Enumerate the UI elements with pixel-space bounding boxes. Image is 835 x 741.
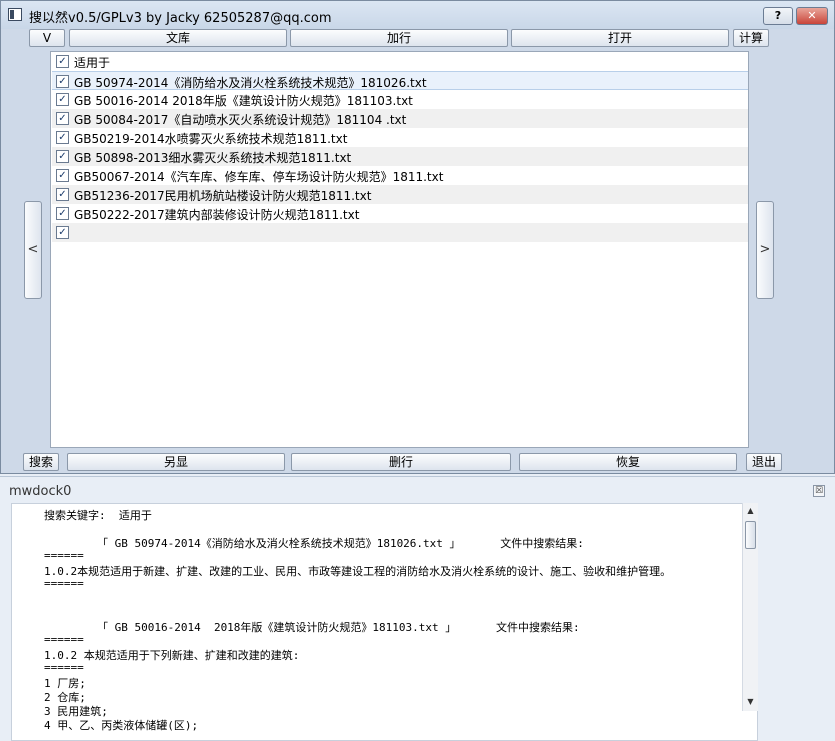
output-line: 1.0.2本规范适用于新建、扩建、改建的工业、民用、市政等建设工程的消防给水及消… bbox=[44, 565, 672, 578]
main-window: 搜以然v0.5/GPLv3 by Jacky 62505287@qq.com ?… bbox=[0, 0, 835, 474]
calc-button[interactable]: 计算 bbox=[733, 29, 769, 47]
v-button[interactable]: V bbox=[29, 29, 65, 47]
checkbox[interactable]: ✓ bbox=[56, 207, 69, 220]
output-line: ====== bbox=[44, 633, 84, 646]
list-item[interactable]: ✓ GB51236-2017民用机场航站楼设计防火规范1811.txt bbox=[52, 185, 748, 204]
checkbox[interactable]: ✓ bbox=[56, 75, 69, 88]
output-line: 4 甲、乙、丙类液体储罐(区); bbox=[44, 719, 199, 732]
dock-title: mwdock0 bbox=[9, 484, 72, 499]
list-item-label: GB 50974-2014《消防给水及消火栓系统技术规范》181026.txt bbox=[74, 76, 427, 90]
list-item[interactable]: ✓ GB 50084-2017《自动喷水灭火系统设计规范》181104 .txt bbox=[52, 109, 748, 128]
file-list: ✓ 适用于 ✓ GB 50974-2014《消防给水及消火栓系统技术规范》181… bbox=[50, 51, 749, 448]
list-item-label: GB 50898-2013细水雾灭火系统技术规范1811.txt bbox=[74, 151, 352, 165]
checkbox[interactable]: ✓ bbox=[56, 131, 69, 144]
search-button[interactable]: 搜索 bbox=[23, 453, 59, 471]
help-button[interactable]: ? bbox=[763, 7, 793, 25]
list-item-label: GB50219-2014水喷雾灭火系统技术规范1811.txt bbox=[74, 132, 348, 146]
list-item[interactable]: ✓ 适用于 bbox=[52, 52, 748, 71]
close-button[interactable]: ✕ bbox=[796, 7, 828, 25]
list-item-label: GB 50084-2017《自动喷水灭火系统设计规范》181104 .txt bbox=[74, 113, 407, 127]
load-button[interactable]: 加行 bbox=[290, 29, 508, 47]
app-icon bbox=[8, 8, 22, 21]
dock-close-icon[interactable]: ☒ bbox=[813, 485, 825, 497]
list-item-label: GB50067-2014《汽车库、修车库、停车场设计防火规范》1811.txt bbox=[74, 170, 444, 184]
scroll-down-icon[interactable]: ▼ bbox=[745, 696, 756, 708]
restore-button[interactable]: 恢复 bbox=[519, 453, 737, 471]
window-title: 搜以然v0.5/GPLv3 by Jacky 62505287@qq.com bbox=[29, 11, 332, 26]
dock-panel: mwdock0 ☒ 搜索关键字: 适用于 「 GB 50974-2014《消防给… bbox=[0, 476, 835, 741]
output-scrollbar[interactable]: ▲ ▼ bbox=[742, 503, 758, 711]
list-item[interactable]: ✓ GB50222-2017建筑内部装修设计防火规范1811.txt bbox=[52, 204, 748, 223]
list-item-label: GB 50016-2014 2018年版《建筑设计防火规范》181103.txt bbox=[74, 94, 413, 108]
prev-button[interactable]: < bbox=[24, 201, 42, 299]
output-line: ====== bbox=[44, 549, 84, 562]
checkbox[interactable]: ✓ bbox=[56, 55, 69, 68]
open-button[interactable]: 打开 bbox=[511, 29, 729, 47]
output-line: 搜索关键字: 适用于 bbox=[44, 509, 152, 522]
checkbox[interactable]: ✓ bbox=[56, 93, 69, 106]
search-results-output[interactable]: 搜索关键字: 适用于 「 GB 50974-2014《消防给水及消火栓系统技术规… bbox=[11, 503, 758, 741]
library-button[interactable]: 文库 bbox=[69, 29, 287, 47]
list-item[interactable]: ✓ GB 50016-2014 2018年版《建筑设计防火规范》181103.t… bbox=[52, 90, 748, 109]
checkbox[interactable]: ✓ bbox=[56, 226, 69, 239]
next-button[interactable]: > bbox=[756, 201, 774, 299]
output-line: ====== bbox=[44, 577, 84, 590]
checkbox[interactable]: ✓ bbox=[56, 150, 69, 163]
alt-show-button[interactable]: 另显 bbox=[67, 453, 285, 471]
output-line: 「 GB 50016-2014 2018年版《建筑设计防火规范》181103.t… bbox=[44, 621, 580, 634]
output-line: 「 GB 50974-2014《消防给水及消火栓系统技术规范》181026.tx… bbox=[44, 537, 584, 550]
list-item-label: GB51236-2017民用机场航站楼设计防火规范1811.txt bbox=[74, 189, 372, 203]
output-line: ====== bbox=[44, 661, 84, 674]
list-item-label: 适用于 bbox=[74, 56, 111, 70]
list-item[interactable]: ✓ GB50219-2014水喷雾灭火系统技术规范1811.txt bbox=[52, 128, 748, 147]
title-bar: 搜以然v0.5/GPLv3 by Jacky 62505287@qq.com ?… bbox=[1, 1, 834, 29]
checkbox[interactable]: ✓ bbox=[56, 169, 69, 182]
list-item[interactable]: ✓ GB 50974-2014《消防给水及消火栓系统技术规范》181026.tx… bbox=[52, 71, 748, 90]
exit-button[interactable]: 退出 bbox=[746, 453, 782, 471]
scroll-thumb[interactable] bbox=[745, 521, 756, 549]
scroll-up-icon[interactable]: ▲ bbox=[745, 505, 756, 517]
list-item-label: GB50222-2017建筑内部装修设计防火规范1811.txt bbox=[74, 208, 360, 222]
list-item[interactable]: ✓ GB 50898-2013细水雾灭火系统技术规范1811.txt bbox=[52, 147, 748, 166]
list-item[interactable]: ✓ bbox=[52, 223, 748, 242]
checkbox[interactable]: ✓ bbox=[56, 112, 69, 125]
checkbox[interactable]: ✓ bbox=[56, 188, 69, 201]
list-item[interactable]: ✓ GB50067-2014《汽车库、修车库、停车场设计防火规范》1811.tx… bbox=[52, 166, 748, 185]
delete-row-button[interactable]: 删行 bbox=[291, 453, 511, 471]
